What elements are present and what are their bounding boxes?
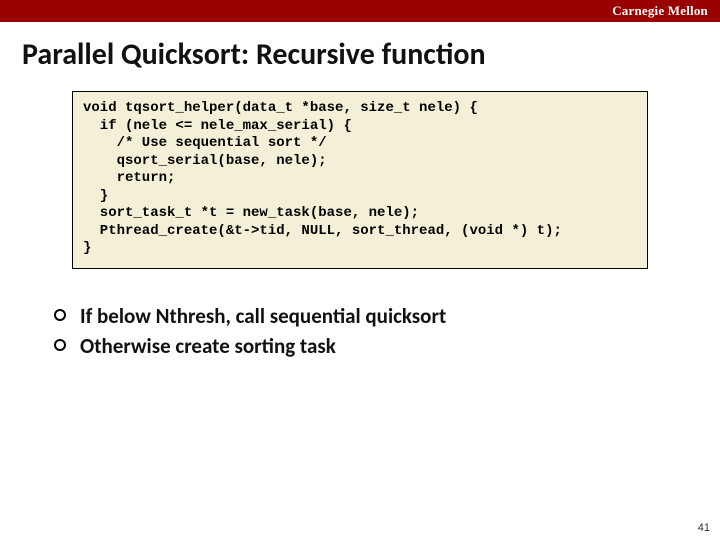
slide-title: Parallel Quicksort: Recursive function (0, 22, 720, 83)
page-number: 41 (698, 522, 710, 534)
list-item: Otherwise create sorting task (54, 333, 720, 359)
bullet-text: Otherwise create sorting task (80, 333, 336, 359)
circle-bullet-icon (54, 339, 66, 351)
code-content: void tqsort_helper(data_t *base, size_t … (83, 100, 637, 258)
brand-text: Carnegie Mellon (612, 3, 708, 19)
bullet-list: If below Nthresh, call sequential quicks… (54, 303, 720, 359)
code-block: void tqsort_helper(data_t *base, size_t … (72, 91, 648, 269)
list-item: If below Nthresh, call sequential quicks… (54, 303, 720, 329)
header-bar: Carnegie Mellon (0, 0, 720, 22)
circle-bullet-icon (54, 309, 66, 321)
bullet-text: If below Nthresh, call sequential quicks… (80, 303, 446, 329)
